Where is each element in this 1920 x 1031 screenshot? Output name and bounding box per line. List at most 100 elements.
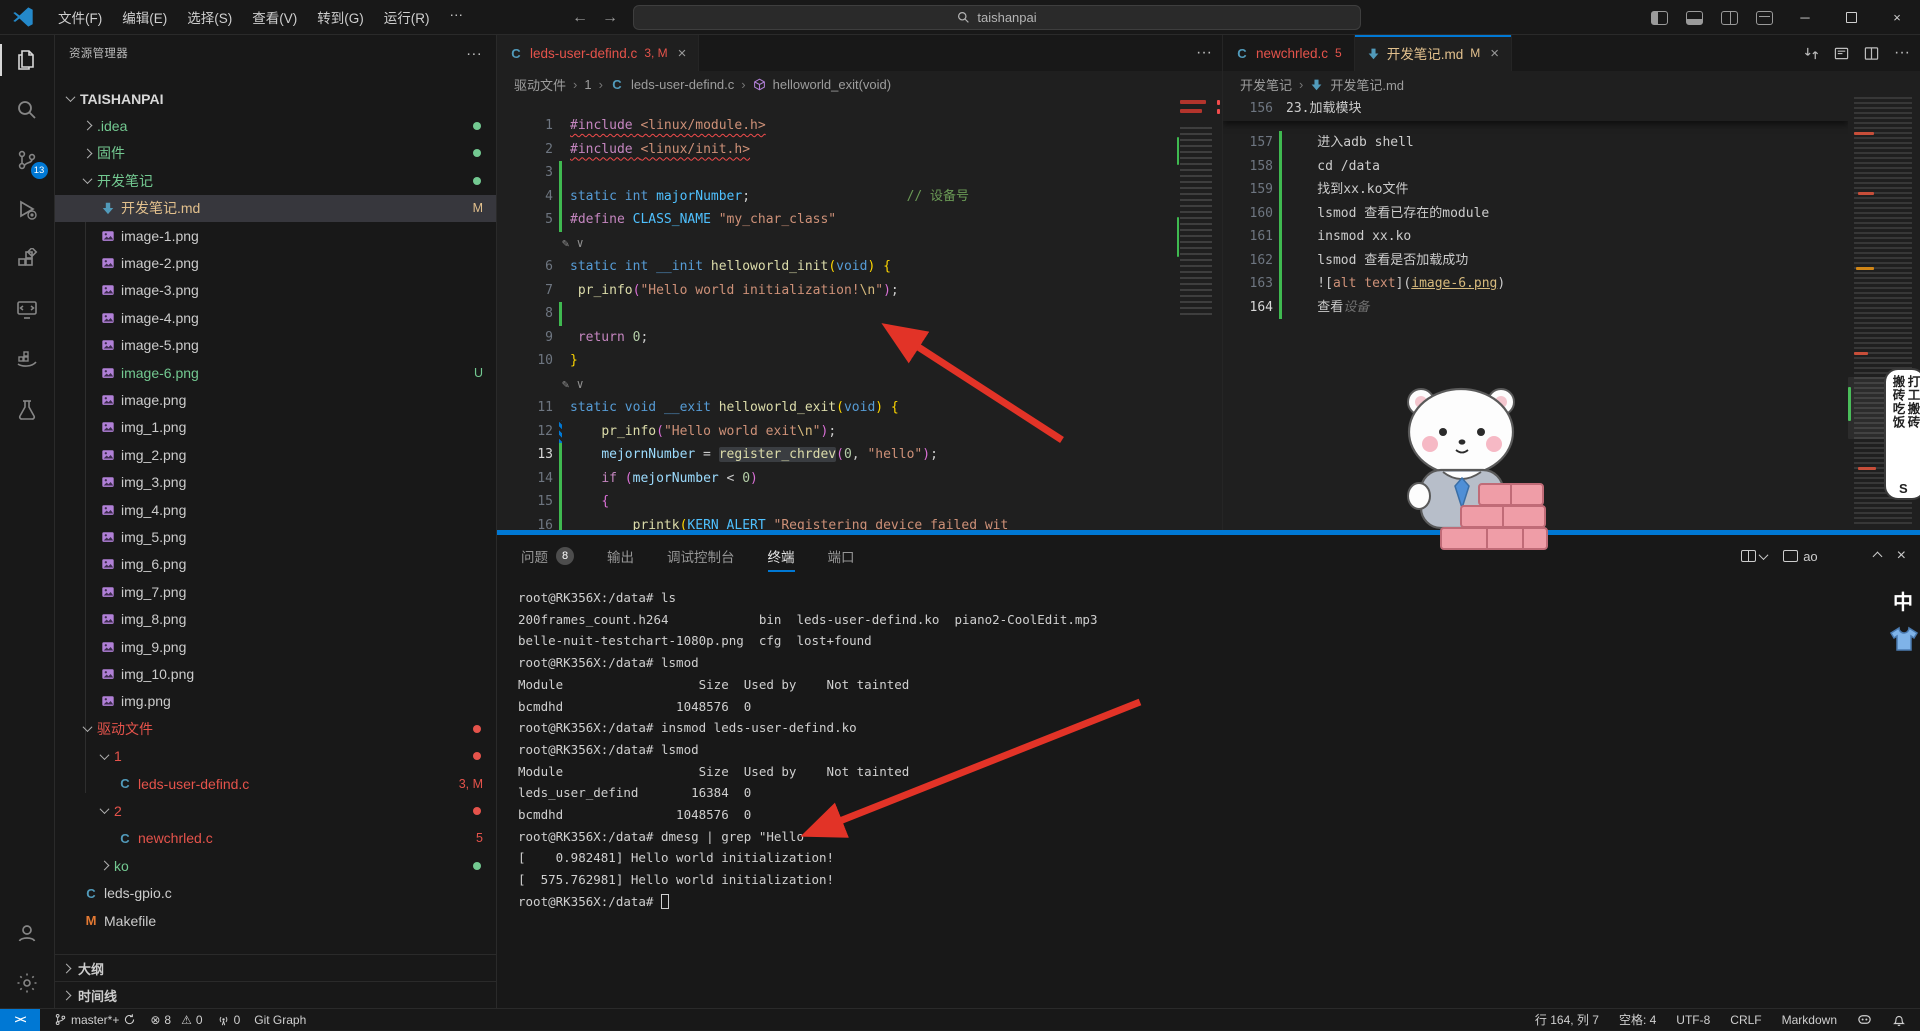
close-button[interactable]: ×: [1874, 0, 1920, 35]
menu-item[interactable]: 查看(V): [242, 3, 307, 31]
cursor-position[interactable]: 行 164, 列 7: [1535, 1011, 1599, 1028]
file-img_2.png[interactable]: img_2.png: [55, 441, 496, 468]
breadcrumb-right[interactable]: 开发笔记› 开发笔记.md: [1223, 71, 1920, 97]
file-image-1.png[interactable]: image-1.png: [55, 222, 496, 249]
tab-close-icon[interactable]: ×: [1490, 45, 1499, 62]
file-image-3.png[interactable]: image-3.png: [55, 277, 496, 304]
menu-item[interactable]: 编辑(E): [112, 3, 177, 31]
back-icon[interactable]: ←: [572, 9, 588, 27]
search-sidebar-icon[interactable]: [0, 85, 55, 135]
panel-tab-调试控制台[interactable]: 调试控制台: [667, 535, 735, 577]
sticky-scroll-line[interactable]: 15623.加载模块: [1223, 97, 1848, 121]
panel-resize-sash[interactable]: [497, 530, 1920, 535]
source-control-icon[interactable]: 13: [0, 135, 55, 185]
folder-ko[interactable]: ko: [55, 852, 496, 879]
outline-section[interactable]: 大纲: [55, 954, 496, 981]
file-leds-user-defind.c[interactable]: Cleds-user-defind.c3, M: [55, 770, 496, 797]
file-img_8.png[interactable]: img_8.png: [55, 606, 496, 633]
split-editor-icon[interactable]: [1864, 46, 1879, 61]
account-icon[interactable]: [0, 908, 55, 958]
maximize-button[interactable]: [1828, 0, 1874, 35]
folder-.idea[interactable]: .idea: [55, 112, 496, 139]
forward-icon[interactable]: →: [602, 9, 618, 27]
menu-item[interactable]: 转到(G): [307, 3, 374, 31]
command-center-search[interactable]: taishanpai: [633, 5, 1361, 30]
toggle-secondary-sidebar-icon[interactable]: [1721, 11, 1738, 25]
split-terminal-icon[interactable]: [1741, 550, 1767, 562]
remote-indicator[interactable]: ><: [0, 1009, 40, 1031]
settings-gear-icon[interactable]: [0, 958, 55, 1008]
tab-close-icon[interactable]: ×: [678, 45, 687, 62]
panel-tab-端口[interactable]: 端口: [828, 535, 855, 577]
folder-1[interactable]: 1: [55, 743, 496, 770]
problems-status[interactable]: ⊗8 ⚠0: [150, 1013, 202, 1027]
panel-tab-问题[interactable]: 问题8: [521, 535, 574, 577]
panel-tab-终端[interactable]: 终端: [768, 535, 795, 577]
close-panel-icon[interactable]: ×: [1897, 547, 1906, 565]
file-img_7.png[interactable]: img_7.png: [55, 578, 496, 605]
file-img_1.png[interactable]: img_1.png: [55, 414, 496, 441]
explorer-icon[interactable]: [0, 35, 55, 85]
file-newchrled.c[interactable]: Cnewchrled.c5: [55, 825, 496, 852]
file-image-4.png[interactable]: image-4.png: [55, 304, 496, 331]
branch-status[interactable]: master*+: [54, 1013, 136, 1027]
indentation[interactable]: 空格: 4: [1619, 1011, 1656, 1028]
tab-dev-notes[interactable]: 开发笔记.md M ×: [1355, 35, 1512, 71]
file-img.png[interactable]: img.png: [55, 688, 496, 715]
remote-explorer-icon[interactable]: [0, 285, 55, 335]
folder-固件[interactable]: 固件: [55, 140, 496, 167]
file-img_5.png[interactable]: img_5.png: [55, 523, 496, 550]
tab-leds-user-defind[interactable]: C leds-user-defind.c 3, M ×: [497, 35, 699, 71]
file-image-2.png[interactable]: image-2.png: [55, 249, 496, 276]
editor-more-actions-icon[interactable]: ···: [1196, 44, 1212, 62]
file-img_4.png[interactable]: img_4.png: [55, 496, 496, 523]
file-leds-gpio.c[interactable]: Cleds-gpio.c: [55, 880, 496, 907]
code-editor-left[interactable]: 1#include <linux/module.h>2#include <lin…: [497, 97, 1176, 530]
notifications-bell-icon[interactable]: [1892, 1013, 1906, 1027]
menu-item[interactable]: 文件(F): [48, 3, 112, 31]
copilot-icon[interactable]: [1857, 1012, 1872, 1027]
tab-newchrled[interactable]: C newchrled.c 5: [1223, 35, 1355, 71]
testing-icon[interactable]: [0, 385, 55, 435]
panel-tab-输出[interactable]: 输出: [607, 535, 634, 577]
menu-item[interactable]: ···: [440, 3, 474, 31]
file-img_10.png[interactable]: img_10.png: [55, 660, 496, 687]
toggle-panel-icon[interactable]: [1686, 11, 1703, 25]
file-img_3.png[interactable]: img_3.png: [55, 469, 496, 496]
timeline-section[interactable]: 时间线: [55, 981, 496, 1008]
minimap-left[interactable]: [1176, 97, 1222, 530]
docker-icon[interactable]: [0, 335, 55, 385]
terminal-instance[interactable]: ao: [1783, 549, 1817, 564]
eol[interactable]: CRLF: [1730, 1013, 1761, 1027]
folder-TAISHANPAI[interactable]: TAISHANPAI: [55, 85, 496, 112]
git-graph-status[interactable]: Git Graph: [254, 1013, 306, 1027]
file-image.png[interactable]: image.png: [55, 386, 496, 413]
minimize-button[interactable]: ─: [1782, 0, 1828, 35]
customize-layout-icon[interactable]: [1756, 11, 1773, 25]
editor-more-actions-icon[interactable]: ···: [1894, 44, 1910, 62]
file-image-5.png[interactable]: image-5.png: [55, 332, 496, 359]
language-mode[interactable]: Markdown: [1782, 1013, 1837, 1027]
folder-开发笔记[interactable]: 开发笔记: [55, 167, 496, 194]
file-img_6.png[interactable]: img_6.png: [55, 551, 496, 578]
toggle-primary-sidebar-icon[interactable]: [1651, 11, 1668, 25]
folder-2[interactable]: 2: [55, 797, 496, 824]
markdown-editor[interactable]: 157 进入adb shell158 cd /data159 找到xx.ko文件…: [1223, 97, 1848, 530]
file-image-6.png[interactable]: image-6.pngU: [55, 359, 496, 386]
file-Makefile[interactable]: MMakefile: [55, 907, 496, 934]
run-debug-icon[interactable]: [0, 185, 55, 235]
menu-item[interactable]: 选择(S): [177, 3, 242, 31]
inline-suggestion-widget[interactable]: ✎ ∨: [562, 232, 584, 256]
explorer-more-actions-icon[interactable]: ···: [466, 45, 482, 62]
folder-驱动文件[interactable]: 驱动文件: [55, 715, 496, 742]
open-preview-icon[interactable]: [1834, 46, 1849, 61]
maximize-panel-icon[interactable]: [1872, 551, 1882, 561]
encoding[interactable]: UTF-8: [1676, 1013, 1710, 1027]
inline-suggestion-widget[interactable]: ✎ ∨: [562, 373, 584, 397]
open-changes-icon[interactable]: [1804, 46, 1819, 61]
extensions-icon[interactable]: [0, 235, 55, 285]
file-img_9.png[interactable]: img_9.png: [55, 633, 496, 660]
menu-item[interactable]: 运行(R): [374, 3, 440, 31]
ports-status[interactable]: 0: [217, 1013, 241, 1027]
breadcrumb-left[interactable]: 驱动文件› 1› C leds-user-defind.c› helloworl…: [497, 71, 1222, 97]
